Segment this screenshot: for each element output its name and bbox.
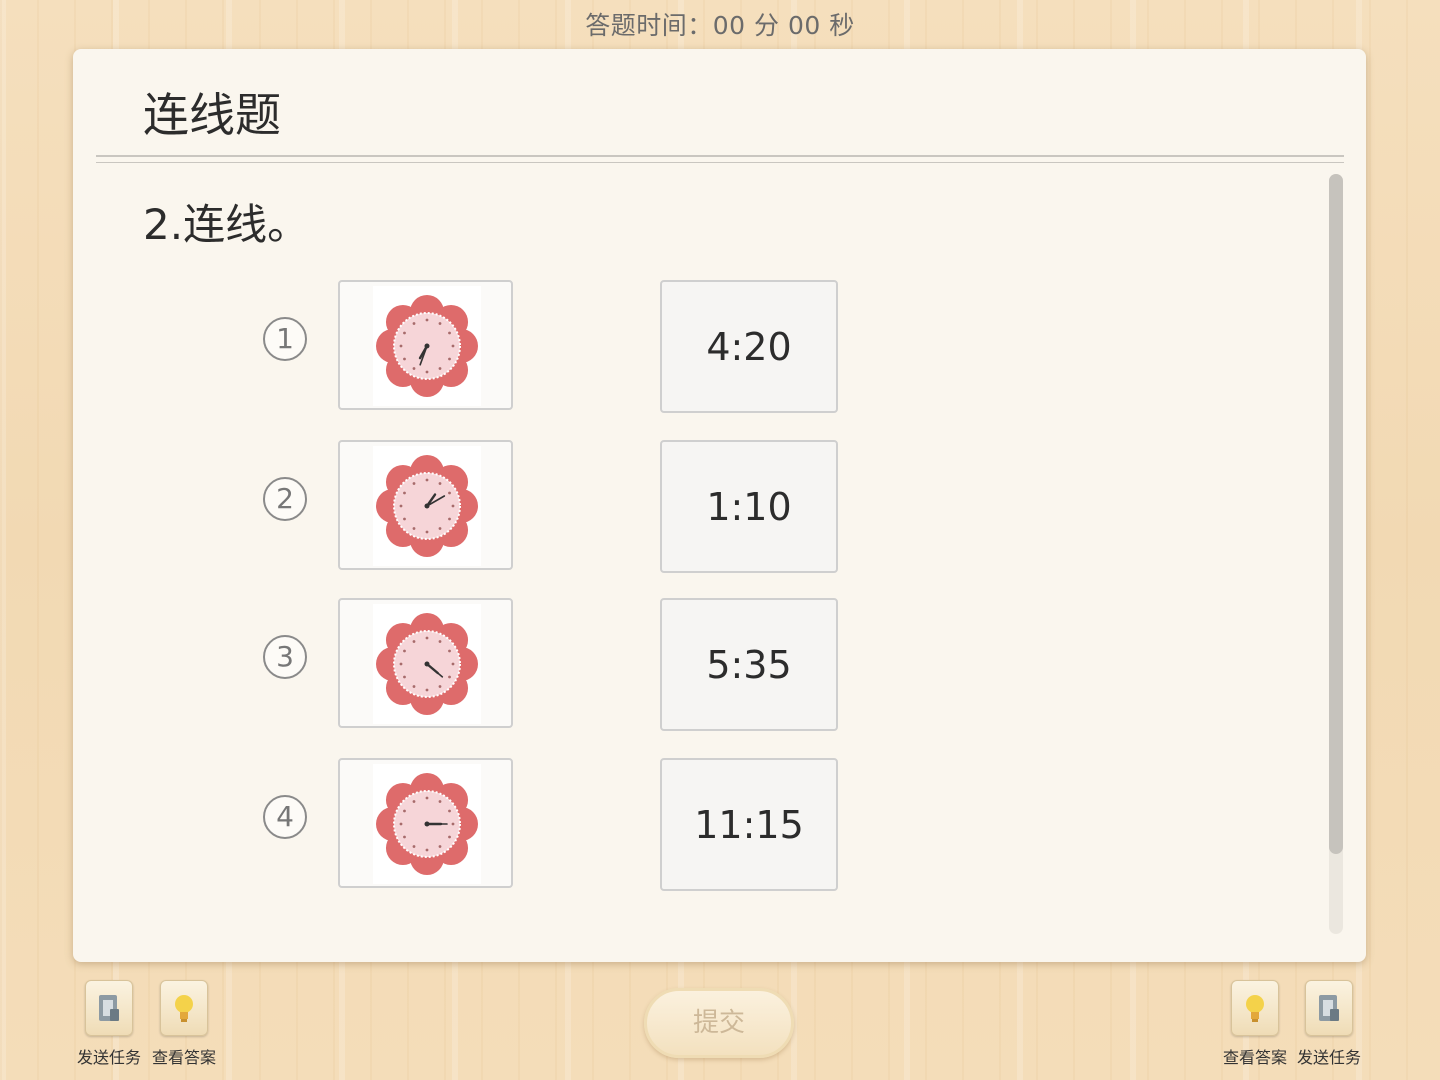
title-divider xyxy=(96,155,1344,163)
send-task-label-right: 发送任务 xyxy=(1296,1048,1361,1067)
lightbulb-icon xyxy=(160,980,208,1036)
timer-text: 答题时间：00 分 00 秒 xyxy=(585,11,855,40)
scrollbar-thumb[interactable] xyxy=(1329,174,1343,854)
view-answer-button-left[interactable]: 查看答案 xyxy=(149,980,219,1068)
time-card-1[interactable]: 4:20 xyxy=(660,280,838,413)
question-card: 连线题 2.连线。 1 4:20 2 1:10 3 5:35 4 11:15 xyxy=(73,49,1366,962)
clock-card-4[interactable] xyxy=(338,758,513,888)
time-card-4[interactable]: 11:15 xyxy=(660,758,838,891)
submit-button[interactable]: 提交 xyxy=(644,988,794,1058)
clock-icon xyxy=(376,613,478,715)
clock-card-2[interactable] xyxy=(338,440,513,570)
time-card-2[interactable]: 1:10 xyxy=(660,440,838,573)
time-card-3[interactable]: 5:35 xyxy=(660,598,838,731)
item-number-2: 2 xyxy=(263,477,307,521)
view-answer-button-right[interactable]: 查看答案 xyxy=(1220,980,1290,1068)
clock-icon xyxy=(376,295,478,397)
item-number-4: 4 xyxy=(263,795,307,839)
lightbulb-icon xyxy=(1231,980,1279,1036)
card-title: 连线题 xyxy=(143,88,281,142)
clock-card-3[interactable] xyxy=(338,598,513,728)
send-task-label-left: 发送任务 xyxy=(76,1048,141,1067)
clock-card-1[interactable] xyxy=(338,280,513,410)
item-number-1: 1 xyxy=(263,317,307,361)
clock-icon xyxy=(376,455,478,557)
send-task-button-left[interactable]: 发送任务 xyxy=(74,980,144,1068)
send-task-icon xyxy=(85,980,133,1036)
scrollbar-track[interactable] xyxy=(1329,174,1343,934)
view-answer-label-right: 查看答案 xyxy=(1222,1048,1287,1067)
send-task-button-right[interactable]: 发送任务 xyxy=(1294,980,1364,1068)
clock-icon xyxy=(376,773,478,875)
question-text: 2.连线。 xyxy=(143,200,310,249)
item-number-3: 3 xyxy=(263,635,307,679)
send-task-icon xyxy=(1305,980,1353,1036)
view-answer-label-left: 查看答案 xyxy=(151,1048,216,1067)
